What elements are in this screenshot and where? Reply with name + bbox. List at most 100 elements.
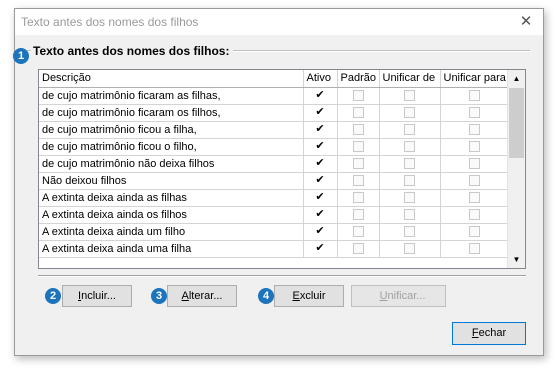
checkbox-unificar-de[interactable] bbox=[404, 158, 415, 170]
cell-unificar-para bbox=[440, 189, 510, 207]
checkbox-unificar-de[interactable] bbox=[404, 107, 415, 119]
callout-badge-4: 4 bbox=[258, 288, 274, 304]
checkbox-padrao[interactable] bbox=[352, 158, 364, 170]
unificar-button[interactable]: Unificar... bbox=[351, 285, 446, 307]
header-row: Descrição Ativo Padrão Unificar de Unifi… bbox=[39, 70, 510, 88]
checkbox-padrao[interactable] bbox=[352, 175, 364, 187]
table-row[interactable]: de cujo matrimônio não deixa filhos ✔ bbox=[39, 155, 510, 173]
table-row[interactable]: de cujo matrimônio ficaram os filhos, ✔ bbox=[39, 104, 510, 122]
check-icon[interactable]: ✔ bbox=[315, 192, 326, 203]
check-icon[interactable]: ✔ bbox=[315, 141, 326, 152]
cell-descricao[interactable]: Não deixou filhos bbox=[39, 172, 304, 190]
check-icon[interactable]: ✔ bbox=[315, 158, 326, 169]
close-icon[interactable]: ✕ bbox=[515, 11, 537, 33]
cell-padrao bbox=[337, 240, 380, 258]
cell-padrao bbox=[337, 189, 380, 207]
table-row[interactable]: de cujo matrimônio ficou a filha, ✔ bbox=[39, 121, 510, 139]
check-icon[interactable]: ✔ bbox=[315, 243, 326, 254]
checkbox-unificar-para[interactable] bbox=[469, 124, 480, 136]
group-label: Texto antes dos nomes dos filhos: bbox=[31, 44, 234, 58]
vertical-scrollbar[interactable]: ▲ ▼ bbox=[507, 70, 525, 268]
cell-descricao[interactable]: de cujo matrimônio ficou a filha, bbox=[39, 121, 304, 139]
col-header-unificar-para[interactable]: Unificar para bbox=[440, 70, 510, 88]
checkbox-unificar-de[interactable] bbox=[404, 141, 415, 153]
cell-descricao[interactable]: de cujo matrimônio não deixa filhos bbox=[39, 155, 304, 173]
checkbox-padrao[interactable] bbox=[352, 107, 364, 119]
fechar-button[interactable]: Fechar bbox=[452, 322, 526, 345]
checkbox-unificar-de[interactable] bbox=[404, 175, 415, 187]
cell-descricao[interactable]: de cujo matrimônio ficou o filho, bbox=[39, 138, 304, 156]
cell-padrao bbox=[337, 172, 380, 190]
cell-unificar-de bbox=[379, 240, 441, 258]
alterar-label: lterar... bbox=[188, 290, 223, 302]
check-icon[interactable]: ✔ bbox=[315, 107, 326, 118]
checkbox-padrao[interactable] bbox=[352, 141, 364, 153]
excluir-label: xcluir bbox=[299, 290, 326, 302]
table-row[interactable]: A extinta deixa ainda os filhos ✔ bbox=[39, 206, 510, 224]
check-icon[interactable]: ✔ bbox=[315, 124, 326, 135]
checkbox-padrao[interactable] bbox=[352, 124, 364, 136]
checkbox-unificar-para[interactable] bbox=[469, 90, 480, 102]
checkbox-unificar-de[interactable] bbox=[404, 124, 415, 136]
excluir-button[interactable]: Excluir bbox=[274, 285, 344, 307]
cell-ativo: ✔ bbox=[303, 138, 338, 156]
checkbox-unificar-para[interactable] bbox=[469, 107, 480, 119]
checkbox-unificar-de[interactable] bbox=[404, 243, 415, 255]
cell-unificar-de bbox=[379, 206, 441, 224]
check-icon[interactable]: ✔ bbox=[315, 90, 326, 101]
checkbox-unificar-para[interactable] bbox=[469, 209, 480, 221]
cell-padrao bbox=[337, 121, 380, 139]
check-icon[interactable]: ✔ bbox=[315, 209, 326, 220]
cell-descricao[interactable]: A extinta deixa ainda os filhos bbox=[39, 206, 304, 224]
cell-padrao bbox=[337, 138, 380, 156]
col-header-unificar-de[interactable]: Unificar de bbox=[379, 70, 441, 88]
checkbox-padrao[interactable] bbox=[352, 209, 364, 221]
col-header-descricao[interactable]: Descrição bbox=[39, 70, 304, 88]
incluir-label: ncluir... bbox=[81, 290, 116, 302]
cell-unificar-de bbox=[379, 189, 441, 207]
fechar-mnemonic: F bbox=[471, 327, 479, 339]
cell-unificar-para bbox=[440, 172, 510, 190]
texts-table: Descrição Ativo Padrão Unificar de Unifi… bbox=[39, 70, 510, 258]
checkbox-unificar-de[interactable] bbox=[404, 90, 415, 102]
checkbox-padrao[interactable] bbox=[352, 90, 364, 102]
title-bar: Texto antes dos nomes dos filhos ✕ bbox=[15, 9, 543, 35]
scroll-down-icon[interactable]: ▼ bbox=[508, 251, 525, 268]
table-row[interactable]: de cujo matrimônio ficaram as filhas, ✔ bbox=[39, 87, 510, 105]
scroll-thumb[interactable] bbox=[509, 88, 524, 158]
cell-descricao[interactable]: A extinta deixa ainda uma filha bbox=[39, 240, 304, 258]
checkbox-unificar-para[interactable] bbox=[469, 226, 480, 238]
texts-grid[interactable]: Descrição Ativo Padrão Unificar de Unifi… bbox=[38, 69, 526, 269]
table-row[interactable]: Não deixou filhos ✔ bbox=[39, 172, 510, 190]
checkbox-unificar-de[interactable] bbox=[404, 226, 415, 238]
checkbox-unificar-para[interactable] bbox=[469, 158, 480, 170]
scroll-up-icon[interactable]: ▲ bbox=[508, 70, 525, 87]
checkbox-unificar-para[interactable] bbox=[469, 243, 480, 255]
check-icon[interactable]: ✔ bbox=[315, 226, 326, 237]
callout-badge-2: 2 bbox=[45, 288, 61, 304]
col-header-padrao[interactable]: Padrão bbox=[337, 70, 380, 88]
table-row[interactable]: A extinta deixa ainda as filhas ✔ bbox=[39, 189, 510, 207]
cell-padrao bbox=[337, 223, 380, 241]
table-row[interactable]: A extinta deixa ainda uma filha ✔ bbox=[39, 240, 510, 258]
table-row[interactable]: A extinta deixa ainda um filho ✔ bbox=[39, 223, 510, 241]
col-header-ativo[interactable]: Ativo bbox=[303, 70, 338, 88]
table-row[interactable]: de cujo matrimônio ficou o filho, ✔ bbox=[39, 138, 510, 156]
cell-descricao[interactable]: A extinta deixa ainda um filho bbox=[39, 223, 304, 241]
incluir-button[interactable]: Incluir... bbox=[62, 285, 132, 307]
cell-padrao bbox=[337, 155, 380, 173]
checkbox-unificar-de[interactable] bbox=[404, 209, 415, 221]
cell-descricao[interactable]: A extinta deixa ainda as filhas bbox=[39, 189, 304, 207]
checkbox-padrao[interactable] bbox=[352, 243, 364, 255]
checkbox-padrao[interactable] bbox=[352, 192, 364, 204]
checkbox-unificar-para[interactable] bbox=[469, 141, 480, 153]
cell-descricao[interactable]: de cujo matrimônio ficaram os filhos, bbox=[39, 104, 304, 122]
cell-descricao[interactable]: de cujo matrimônio ficaram as filhas, bbox=[39, 87, 304, 105]
checkbox-padrao[interactable] bbox=[352, 226, 364, 238]
check-icon[interactable]: ✔ bbox=[315, 175, 326, 186]
cell-ativo: ✔ bbox=[303, 87, 338, 105]
alterar-button[interactable]: Alterar... bbox=[167, 285, 237, 307]
checkbox-unificar-de[interactable] bbox=[404, 192, 415, 204]
checkbox-unificar-para[interactable] bbox=[469, 175, 480, 187]
checkbox-unificar-para[interactable] bbox=[469, 192, 480, 204]
